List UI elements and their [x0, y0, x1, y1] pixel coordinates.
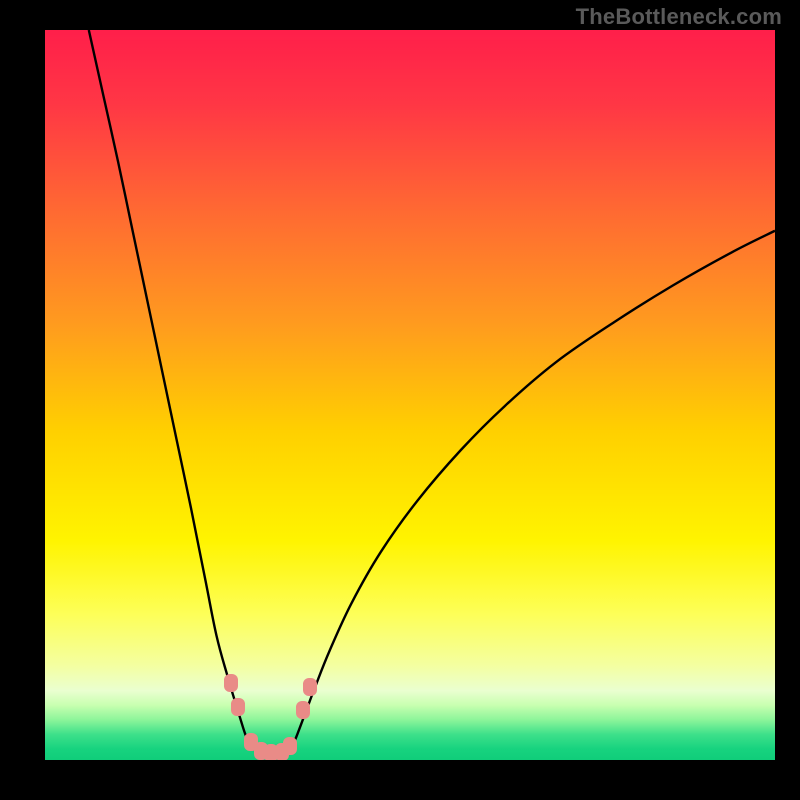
data-marker — [231, 698, 245, 716]
data-marker — [296, 701, 310, 719]
watermark-text: TheBottleneck.com — [576, 4, 782, 30]
plot-area — [45, 30, 775, 760]
data-marker — [283, 737, 297, 755]
data-marker — [303, 678, 317, 696]
data-marker — [224, 674, 238, 692]
chart-frame: TheBottleneck.com — [0, 0, 800, 800]
curve-markers — [45, 30, 775, 760]
